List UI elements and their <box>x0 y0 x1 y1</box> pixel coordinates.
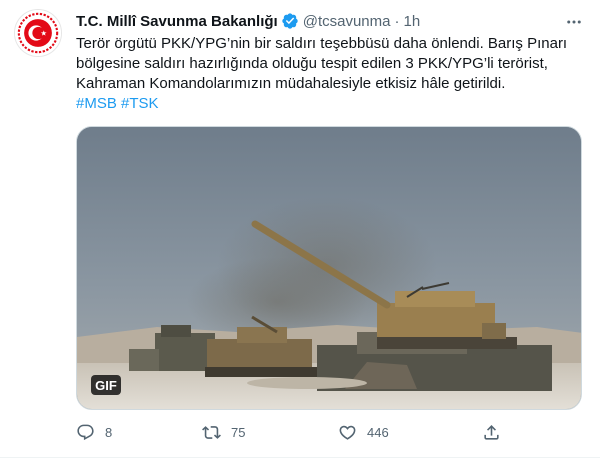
author-handle[interactable]: @tcsavunma <box>303 13 391 30</box>
share-button[interactable] <box>482 420 501 444</box>
reply-count: 8 <box>105 424 113 440</box>
tweet-media-gif[interactable]: GIF <box>76 126 582 410</box>
separator-dot: · <box>394 12 400 30</box>
tweet-actions-bar: 8 75 446 <box>76 420 526 444</box>
tweet-header: T.C. Millî Savunma Bakanlığı @tcsavunma … <box>76 10 420 32</box>
tweet-text-line: Terör örgütü PKK/YPG’nin bir saldırı teş… <box>76 35 568 52</box>
verified-badge-icon <box>281 12 299 30</box>
gif-badge: GIF <box>91 375 121 395</box>
howitzer-scene-image <box>77 127 581 409</box>
retweet-icon <box>202 425 221 439</box>
author-avatar[interactable] <box>14 9 62 57</box>
tweet-text: Terör örgütü PKK/YPG’nin bir saldırı teş… <box>76 34 586 114</box>
more-options-icon[interactable] <box>560 8 588 36</box>
heart-icon <box>339 425 356 440</box>
tweet-text-line: bölgesine saldırı hazırlığında olduğu te… <box>76 55 548 72</box>
retweet-count: 75 <box>231 424 246 440</box>
retweet-button[interactable]: 75 <box>202 420 245 444</box>
reply-button[interactable]: 8 <box>76 420 112 444</box>
like-count: 446 <box>367 424 389 440</box>
msb-emblem-icon <box>15 10 61 56</box>
author-name[interactable]: T.C. Millî Savunma Bakanlığı <box>76 13 278 30</box>
tweet-timestamp[interactable]: 1h <box>403 13 420 30</box>
tweet-text-line: Kahraman Komandolarımızın müdahalesiyle … <box>76 75 506 92</box>
share-icon <box>484 424 499 440</box>
like-button[interactable]: 446 <box>338 420 389 444</box>
reply-icon <box>77 424 94 440</box>
hashtag-links[interactable]: #MSB #TSK <box>76 94 586 114</box>
tweet-card[interactable]: T.C. Millî Savunma Bakanlığı @tcsavunma … <box>0 0 600 458</box>
